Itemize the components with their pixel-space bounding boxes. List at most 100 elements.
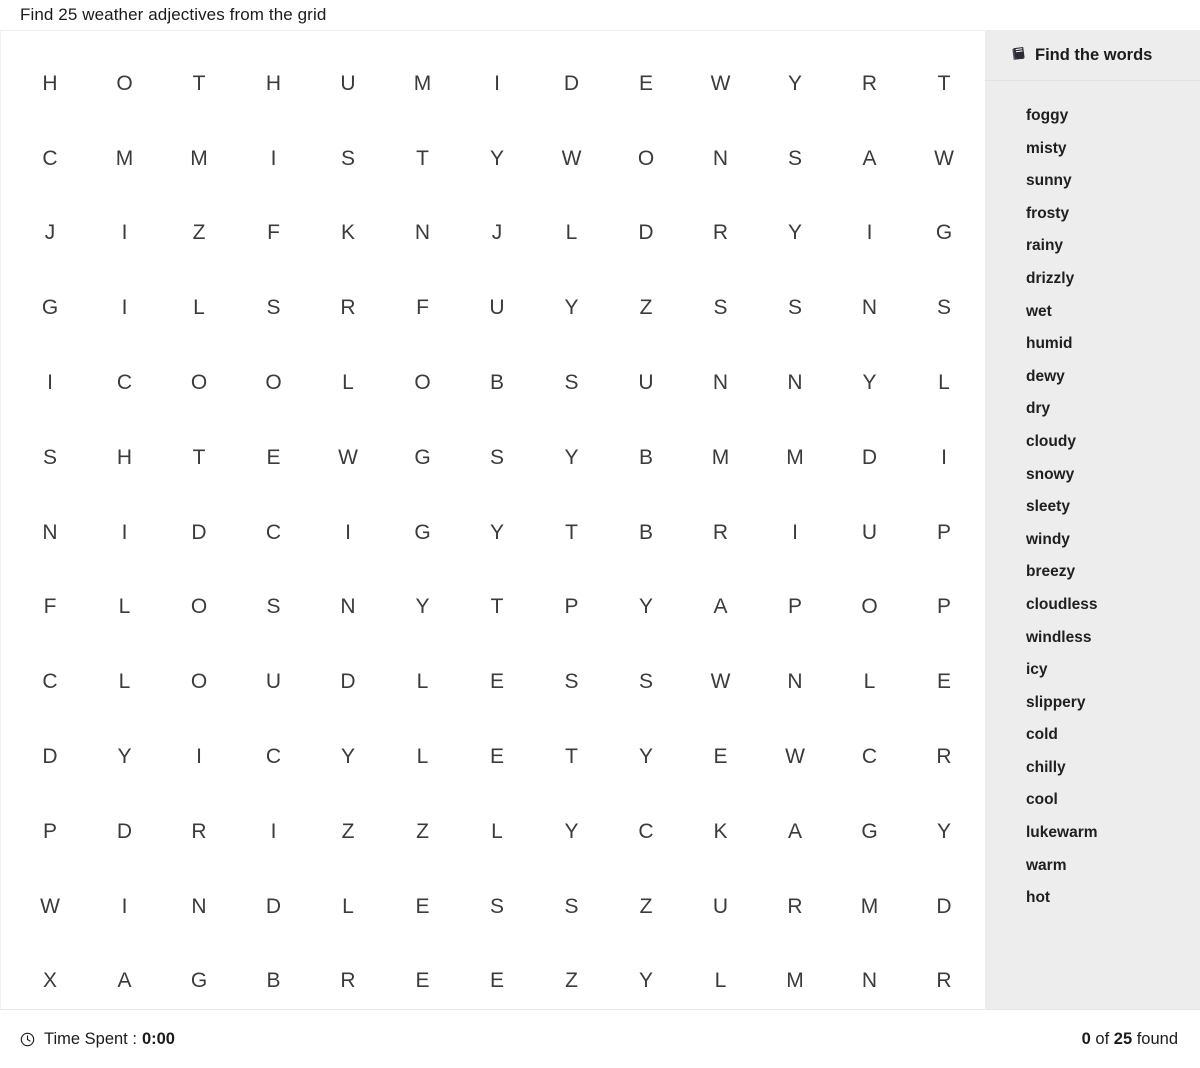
grid-cell[interactable]: I — [88, 869, 163, 944]
grid-cell[interactable]: J — [13, 196, 88, 271]
grid-cell[interactable]: N — [386, 196, 461, 271]
grid-cell[interactable]: H — [237, 46, 312, 121]
word-list-item[interactable]: cool — [1026, 784, 1200, 817]
grid-cell[interactable]: P — [907, 570, 982, 645]
grid-cell[interactable]: Y — [609, 944, 684, 1019]
grid-cell[interactable]: Z — [609, 869, 684, 944]
grid-cell[interactable]: L — [386, 644, 461, 719]
grid-cell[interactable]: I — [237, 121, 312, 196]
grid-cell[interactable]: S — [758, 121, 833, 196]
word-list-item[interactable]: chilly — [1026, 752, 1200, 785]
grid-cell[interactable]: M — [758, 944, 833, 1019]
grid-cell[interactable]: C — [237, 719, 312, 794]
grid-cell[interactable]: K — [311, 196, 386, 271]
grid-cell[interactable]: N — [13, 495, 88, 570]
grid-cell[interactable]: Y — [907, 794, 982, 869]
grid-cell[interactable]: F — [13, 570, 88, 645]
word-list-item[interactable]: lukewarm — [1026, 817, 1200, 850]
grid-cell[interactable]: W — [684, 644, 759, 719]
grid-cell[interactable]: S — [237, 270, 312, 345]
grid-cell[interactable]: G — [162, 944, 237, 1019]
grid-cell[interactable]: H — [13, 46, 88, 121]
grid-cell[interactable]: I — [88, 270, 163, 345]
word-list-item[interactable]: dewy — [1026, 361, 1200, 394]
word-list-item[interactable]: sleety — [1026, 491, 1200, 524]
grid-cell[interactable]: S — [684, 270, 759, 345]
grid-cell[interactable]: D — [88, 794, 163, 869]
grid-cell[interactable]: I — [13, 345, 88, 420]
grid-cell[interactable]: E — [907, 644, 982, 719]
grid-cell[interactable]: E — [386, 869, 461, 944]
grid-cell[interactable]: W — [907, 121, 982, 196]
grid-cell[interactable]: O — [237, 345, 312, 420]
grid-cell[interactable]: A — [833, 121, 908, 196]
grid-cell[interactable]: G — [386, 420, 461, 495]
grid-cell[interactable]: D — [535, 46, 610, 121]
grid-cell[interactable]: L — [535, 196, 610, 271]
grid-cell[interactable]: Y — [758, 196, 833, 271]
grid-cell[interactable]: N — [758, 345, 833, 420]
grid-cell[interactable]: I — [907, 420, 982, 495]
grid-cell[interactable]: T — [162, 46, 237, 121]
grid-cell[interactable]: B — [609, 420, 684, 495]
grid-cell[interactable]: Z — [311, 794, 386, 869]
word-list-item[interactable]: windless — [1026, 622, 1200, 655]
grid-cell[interactable]: B — [460, 345, 535, 420]
grid-cell[interactable]: N — [684, 121, 759, 196]
grid-cell[interactable]: N — [162, 869, 237, 944]
grid-cell[interactable]: Z — [162, 196, 237, 271]
grid-cell[interactable]: O — [162, 570, 237, 645]
grid-cell[interactable]: R — [758, 869, 833, 944]
grid-cell[interactable]: I — [88, 495, 163, 570]
word-list-item[interactable]: cold — [1026, 719, 1200, 752]
grid-cell[interactable]: O — [609, 121, 684, 196]
grid-cell[interactable]: I — [833, 196, 908, 271]
word-list-item[interactable]: humid — [1026, 328, 1200, 361]
grid-cell[interactable]: S — [907, 270, 982, 345]
grid-cell[interactable]: I — [237, 794, 312, 869]
grid-cell[interactable]: S — [535, 644, 610, 719]
word-list-item[interactable]: dry — [1026, 393, 1200, 426]
grid-cell[interactable]: W — [535, 121, 610, 196]
grid-cell[interactable]: R — [833, 46, 908, 121]
grid-cell[interactable]: E — [386, 944, 461, 1019]
grid-cell[interactable]: H — [88, 420, 163, 495]
grid-cell[interactable]: Y — [609, 719, 684, 794]
grid-cell[interactable]: N — [311, 570, 386, 645]
grid-cell[interactable]: D — [609, 196, 684, 271]
grid-cell[interactable]: Y — [535, 270, 610, 345]
grid-cell[interactable]: Y — [833, 345, 908, 420]
grid-cell[interactable]: E — [237, 420, 312, 495]
grid-cell[interactable]: J — [460, 196, 535, 271]
grid-cell[interactable]: G — [13, 270, 88, 345]
grid-cell[interactable]: D — [907, 869, 982, 944]
grid-cell[interactable]: S — [237, 570, 312, 645]
grid-cell[interactable]: Y — [311, 719, 386, 794]
grid-cell[interactable]: B — [237, 944, 312, 1019]
grid-cell[interactable]: T — [535, 719, 610, 794]
grid-cell[interactable]: Y — [88, 719, 163, 794]
grid-cell[interactable]: R — [907, 944, 982, 1019]
grid-cell[interactable]: W — [311, 420, 386, 495]
grid-cell[interactable]: U — [609, 345, 684, 420]
grid-cell[interactable]: O — [386, 345, 461, 420]
grid-cell[interactable]: A — [684, 570, 759, 645]
grid-cell[interactable]: L — [460, 794, 535, 869]
grid-cell[interactable]: R — [311, 270, 386, 345]
grid-cell[interactable]: Z — [609, 270, 684, 345]
grid-cell[interactable]: E — [460, 644, 535, 719]
grid-cell[interactable]: R — [311, 944, 386, 1019]
grid-cell[interactable]: W — [758, 719, 833, 794]
grid-cell[interactable]: S — [460, 420, 535, 495]
grid-cell[interactable]: P — [907, 495, 982, 570]
grid-cell[interactable]: S — [609, 644, 684, 719]
word-list-item[interactable]: breezy — [1026, 556, 1200, 589]
grid-cell[interactable]: S — [535, 869, 610, 944]
grid-cell[interactable]: Y — [535, 420, 610, 495]
grid-cell[interactable]: U — [833, 495, 908, 570]
grid-cell[interactable]: D — [833, 420, 908, 495]
grid-cell[interactable]: O — [162, 345, 237, 420]
word-list-item[interactable]: icy — [1026, 654, 1200, 687]
grid-cell[interactable]: M — [386, 46, 461, 121]
grid-cell[interactable]: E — [460, 719, 535, 794]
